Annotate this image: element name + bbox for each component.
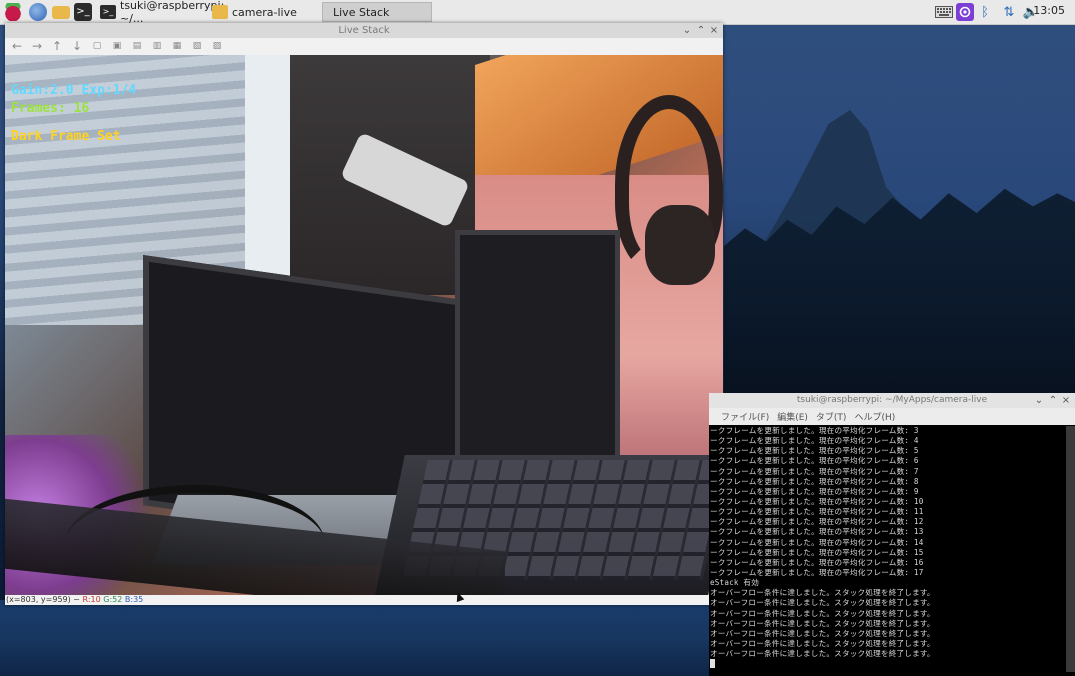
menu-file[interactable]: ファイル(F) (721, 410, 769, 423)
export-icon[interactable]: ▧ (189, 39, 205, 54)
zoom-icon[interactable]: ▢ (89, 39, 105, 54)
arrow-up-icon[interactable]: ↑ (49, 39, 65, 54)
minimize-icon[interactable]: ⌄ (681, 24, 693, 37)
terminal-line: オーバーフロー条件に達しました。スタック処理を終了します。 (710, 628, 935, 638)
terminal-line: ークフレームを更新しました。現在の平均化フレーム数: 10 (710, 496, 924, 506)
terminal-prompt (710, 659, 1066, 669)
task-terminal[interactable]: >_ tsuki@raspberrypi: ~/... (96, 0, 224, 25)
pixel-info-statusbar: (x=803, y=959) ~ R:10 G:52 B:35 (5, 595, 724, 605)
terminal-titlebar[interactable]: tsuki@raspberrypi: ~/MyApps/camera-live … (709, 393, 1075, 408)
arrow-down-icon[interactable]: ↓ (69, 39, 85, 54)
photo-headphone-cup (645, 205, 715, 285)
frames-count-label: Frames: 16 (11, 101, 90, 116)
keyboard-icon[interactable] (934, 3, 954, 21)
task-label: camera-live (232, 5, 297, 19)
terminal-scrollbar[interactable] (1066, 426, 1075, 672)
terminal-line: オーバーフロー条件に達しました。スタック処理を終了します。 (710, 649, 935, 659)
globe-icon[interactable] (29, 3, 47, 21)
terminal-line: ークフレームを更新しました。現在の平均化フレーム数: 7 (710, 466, 919, 476)
desktop-trees (724, 188, 1075, 400)
photo-monitor (455, 230, 620, 480)
settings-icon[interactable]: ▨ (209, 39, 225, 54)
menu-edit[interactable]: 編集(E) (777, 410, 808, 423)
window-toolbar: ← → ↑ ↓ ▢ ▣ ▤ ▥ ▦ ▧ ▨ (5, 38, 723, 55)
terminal-line: ークフレームを更新しました。現在の平均化フレーム数: 6 (710, 456, 919, 466)
terminal-line: ークフレームを更新しました。現在の平均化フレーム数: 9 (710, 486, 919, 496)
terminal-output[interactable]: ークフレームを更新しました。現在の平均化フレーム数: 3 ークフレームを更新しま… (709, 426, 1066, 672)
terminal-line: ークフレームを更新しました。現在の平均化フレーム数: 4 (710, 436, 919, 446)
terminal-line: オーバーフロー条件に達しました。スタック処理を終了します。 (710, 618, 935, 628)
live-stack-window: Live Stack ⌄ ⌃ × ← → ↑ ↓ ▢ ▣ ▤ ▥ ▦ ▧ ▨ G… (5, 23, 724, 605)
pixel-red-value: R:10 (82, 595, 101, 604)
arrow-left-icon[interactable]: ← (9, 39, 25, 54)
menu-tabs[interactable]: タブ(T) (816, 410, 847, 423)
camera-view[interactable]: Gain:2.0 Exp:1/4 Frames: 16 Dark Frame S… (5, 55, 723, 595)
task-live-stack[interactable]: Live Stack (322, 2, 432, 22)
pixel-coords: (x=803, y=959) ~ (6, 595, 80, 604)
window-title: Live Stack (338, 25, 390, 36)
task-label: Live Stack (333, 5, 390, 19)
close-icon[interactable]: × (708, 24, 720, 37)
terminal-icon: >_ (100, 5, 116, 19)
window-titlebar[interactable]: Live Stack ⌄ ⌃ × (5, 23, 723, 38)
minimize-icon[interactable]: ⌄ (1033, 394, 1045, 407)
terminal-line: オーバーフロー条件に達しました。スタック処理を終了します。 (710, 598, 935, 608)
arrow-right-icon[interactable]: → (29, 39, 45, 54)
terminal-line: ークフレームを更新しました。現在の平均化フレーム数: 11 (710, 507, 924, 517)
copy-icon[interactable]: ▤ (129, 39, 145, 54)
terminal-line: ークフレームを更新しました。現在の平均化フレーム数: 17 (710, 567, 924, 577)
raspberry-icon[interactable] (4, 3, 22, 21)
menu-help[interactable]: ヘルプ(H) (854, 410, 895, 423)
paste-icon[interactable]: ▥ (149, 39, 165, 54)
terminal-line: ークフレームを更新しました。現在の平均化フレーム数: 8 (710, 476, 919, 486)
terminal-window: tsuki@raspberrypi: ~/MyApps/camera-live … (709, 393, 1075, 676)
terminal-icon[interactable]: >_ (74, 3, 92, 21)
pixel-green-value: G:52 (103, 595, 123, 604)
save-icon[interactable]: ▣ (109, 39, 125, 54)
task-camera-live[interactable]: camera-live (208, 2, 320, 22)
terminal-title: tsuki@raspberrypi: ~/MyApps/camera-live (796, 395, 988, 405)
terminal-line: ークフレームを更新しました。現在の平均化フレーム数: 16 (710, 557, 924, 567)
text-cursor (710, 659, 715, 669)
close-icon[interactable]: × (1060, 394, 1072, 407)
terminal-line: ークフレームを更新しました。現在の平均化フレーム数: 14 (710, 537, 924, 547)
terminal-line: ークフレームを更新しました。現在の平均化フレーム数: 15 (710, 547, 924, 557)
terminal-line: ークフレームを更新しました。現在の平均化フレーム数: 12 (710, 517, 924, 527)
network-arrows-icon[interactable]: ⇅ (1000, 3, 1018, 21)
pixel-blue-value: B:35 (124, 595, 144, 604)
dark-frame-label: Dark Frame Set (11, 129, 121, 144)
terminal-line: オーバーフロー条件に達しました。スタック処理を終了します。 (710, 588, 935, 598)
taskbar: >_ >_ tsuki@raspberrypi: ~/... camera-li… (0, 0, 1075, 25)
folder-icon[interactable] (52, 6, 70, 19)
folder-icon (212, 5, 228, 19)
terminal-line: オーバーフロー条件に達しました。スタック処理を終了します。 (710, 638, 935, 648)
maximize-icon[interactable]: ⌃ (695, 24, 707, 37)
terminal-line: ークフレームを更新しました。現在の平均化フレーム数: 13 (710, 527, 924, 537)
gain-exposure-label: Gain:2.0 Exp:1/4 (11, 83, 137, 98)
bluetooth-icon[interactable]: ᛒ (978, 3, 992, 21)
terminal-line: ークフレームを更新しました。現在の平均化フレーム数: 3 (710, 426, 919, 435)
app-indicator-icon[interactable] (956, 3, 974, 21)
maximize-icon[interactable]: ⌃ (1047, 394, 1059, 407)
clock[interactable]: 13:05 (1033, 4, 1065, 17)
terminal-line: オーバーフロー条件に達しました。スタック処理を終了します。 (710, 608, 935, 618)
photo-window-frame (245, 55, 290, 295)
properties-icon[interactable]: ▦ (169, 39, 185, 54)
terminal-line: ークフレームを更新しました。現在の平均化フレーム数: 5 (710, 446, 919, 456)
terminal-menubar: ファイル(F) 編集(E) タブ(T) ヘルプ(H) (709, 408, 1075, 425)
terminal-line: eStack 有効 (710, 578, 759, 588)
